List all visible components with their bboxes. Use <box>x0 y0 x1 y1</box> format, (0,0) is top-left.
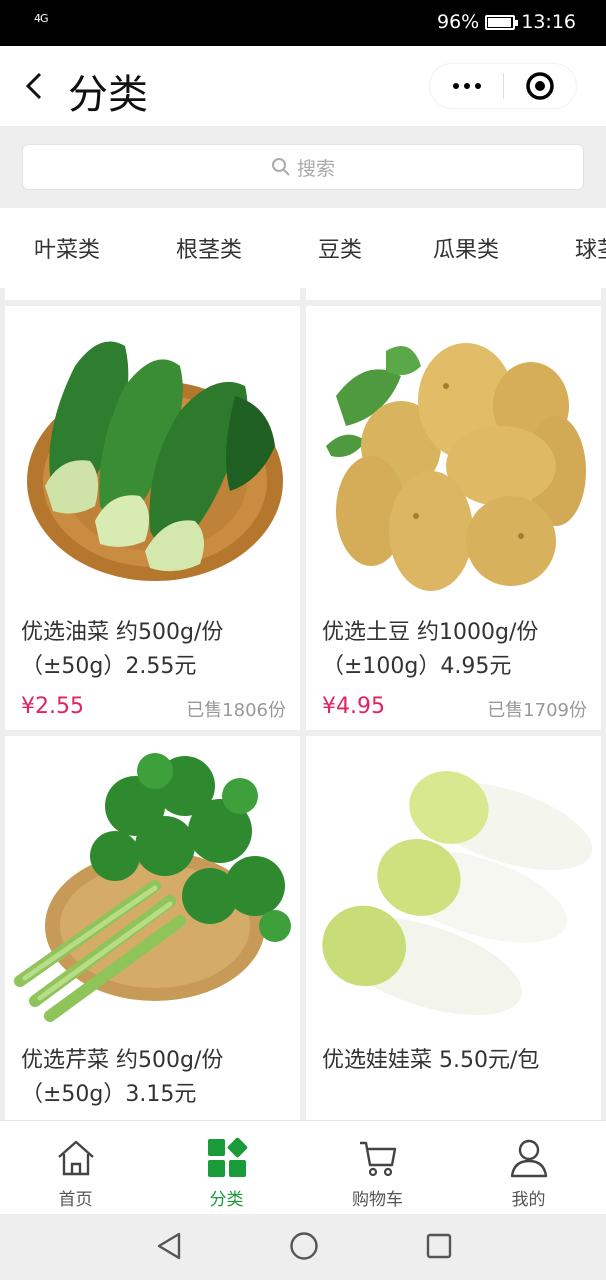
celery-image <box>14 753 291 1022</box>
mini-program-capsule <box>430 64 576 108</box>
category-grid-icon <box>208 1137 248 1177</box>
system-back-icon[interactable] <box>154 1230 184 1262</box>
search-input[interactable]: 搜索 <box>22 144 584 190</box>
product-name: 优选芹菜 约500g/份（±50g）3.15元 <box>21 1048 224 1107</box>
product-name: 优选娃娃菜 5.50元/包 <box>322 1048 540 1073</box>
tabbar-category[interactable]: 分类 <box>151 1121 302 1215</box>
system-nav-bar <box>0 1214 606 1280</box>
tab-bulbs[interactable]: 球茎类 <box>575 232 606 264</box>
product-name: 优选油菜 约500g/份（±50g）2.55元 <box>21 620 224 679</box>
status-right: 96% 13:16 <box>437 11 576 33</box>
product-card[interactable]: 优选土豆 约1000g/份（±100g）4.95元 ¥4.95 已售1709份 <box>306 306 601 730</box>
tab-melons[interactable]: 瓜果类 <box>433 232 499 264</box>
tab-beans[interactable]: 豆类 <box>318 232 362 264</box>
product-card[interactable]: 优选娃娃菜 5.50元/包 <box>306 736 601 1120</box>
target-circle-icon[interactable] <box>504 64 576 108</box>
product-card-partial <box>306 288 601 300</box>
home-icon <box>58 1140 94 1176</box>
clock: 13:16 <box>521 11 576 33</box>
category-tabs: 叶菜类 根茎类 豆类 瓜果类 球茎类 <box>0 208 606 288</box>
product-card-partial <box>5 288 300 300</box>
battery-percent: 96% <box>437 11 480 33</box>
tabbar-cart[interactable]: 购物车 <box>302 1121 453 1215</box>
system-recents-icon[interactable] <box>424 1230 454 1262</box>
product-card[interactable]: 优选芹菜 约500g/份（±50g）3.15元 <box>5 736 300 1120</box>
search-placeholder: 搜索 <box>296 157 335 180</box>
user-icon <box>510 1139 548 1178</box>
search-icon <box>271 158 290 176</box>
system-home-icon[interactable] <box>288 1230 320 1262</box>
tabbar-profile[interactable]: 我的 <box>453 1121 604 1215</box>
tabbar-home-label: 首页 <box>58 1190 93 1210</box>
signal-indicator: 4G <box>34 12 48 25</box>
status-bar: 4G 96% 13:16 <box>0 0 606 46</box>
tabbar-category-label: 分类 <box>209 1190 244 1210</box>
product-card[interactable]: 优选油菜 约500g/份（±50g）2.55元 ¥2.55 已售1806份 <box>5 306 300 730</box>
tabbar-home[interactable]: 首页 <box>0 1121 151 1215</box>
tab-leafy[interactable]: 叶菜类 <box>34 232 100 264</box>
baby-cabbage-image <box>322 771 593 1016</box>
tab-root[interactable]: 根茎类 <box>176 232 242 264</box>
product-sold-count: 已售1806份 <box>186 700 286 721</box>
tabbar-cart-label: 购物车 <box>352 1190 403 1210</box>
tabbar-profile-label: 我的 <box>511 1190 546 1210</box>
product-name: 优选土豆 约1000g/份（±100g）4.95元 <box>322 620 539 679</box>
bok-choy-image <box>27 341 283 581</box>
product-price: ¥2.55 <box>21 694 84 719</box>
product-grid: 优选油菜 约500g/份（±50g）2.55元 ¥2.55 已售1806份 优选… <box>0 288 606 1120</box>
bottom-tab-bar: 首页 分类 购物车 我的 <box>0 1120 606 1214</box>
more-dots-icon[interactable] <box>430 64 503 108</box>
product-sold-count: 已售1709份 <box>487 700 587 721</box>
page-title: 分类 <box>68 72 148 118</box>
potatoes-image <box>326 343 586 591</box>
chevron-left-icon[interactable] <box>18 68 54 104</box>
battery-icon <box>485 14 519 30</box>
search-area: 搜索 <box>0 128 606 208</box>
navbar: 分类 <box>0 46 606 126</box>
cart-icon <box>360 1141 397 1177</box>
product-price: ¥4.95 <box>322 694 385 719</box>
